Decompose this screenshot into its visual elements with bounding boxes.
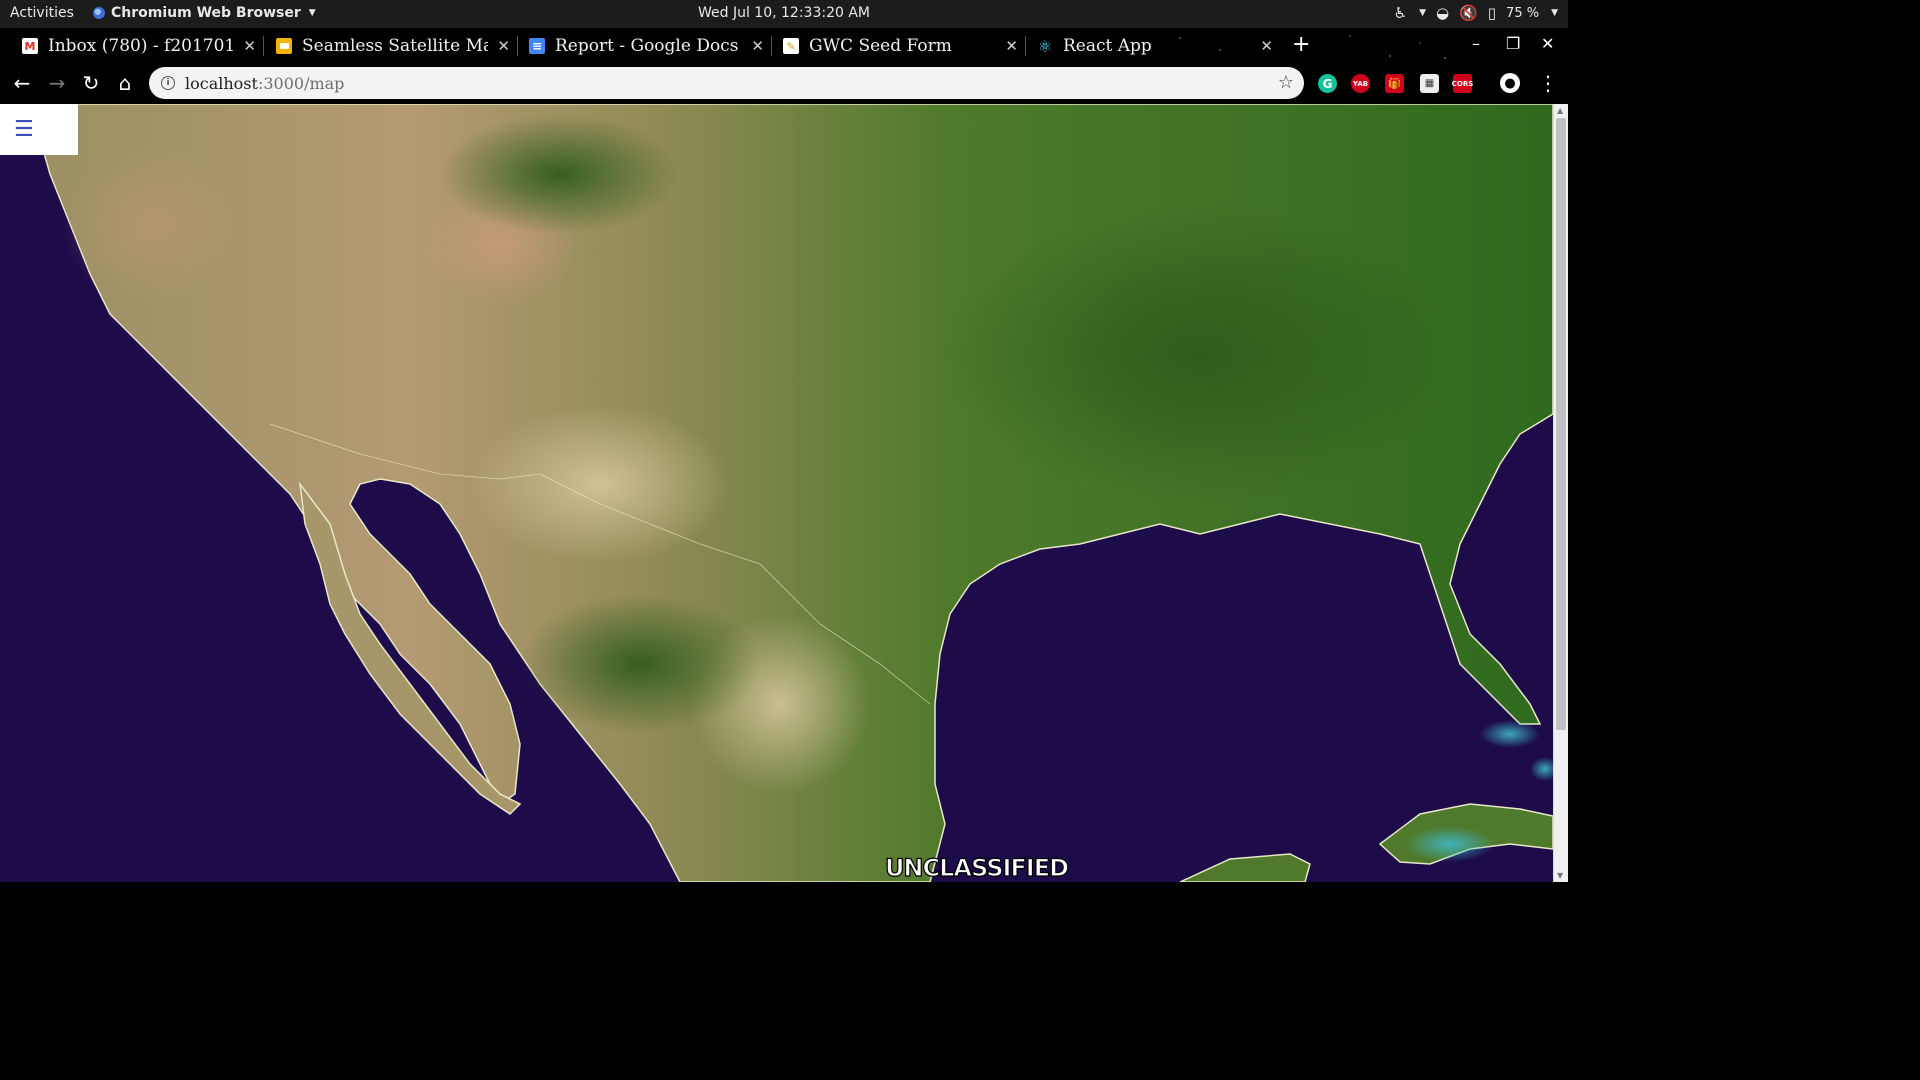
url-path: :3000/map (257, 73, 345, 93)
wifi-icon: ◒ (1436, 4, 1450, 22)
scroll-up-arrow-icon[interactable]: ▲ (1557, 106, 1563, 115)
restore-button[interactable]: ❐ (1506, 34, 1520, 53)
battery-icon: ▯ (1487, 4, 1497, 22)
hamburger-menu-button[interactable]: ☰ (0, 104, 78, 155)
chevron-down-icon: ▼ (1551, 8, 1558, 18)
tab-separator (771, 36, 772, 56)
tab-strip: M Inbox (780) - f2017012 ✕ Seamless Sate… (0, 28, 1568, 64)
cors-extension-icon[interactable]: CORS (1452, 74, 1473, 93)
tab-title: GWC Seed Form (809, 36, 952, 56)
tab-gwc-seed-form[interactable]: ✎ GWC Seed Form ✕ (783, 30, 1018, 62)
forward-button[interactable]: → (45, 72, 69, 94)
florida-keys-shallows (1480, 720, 1540, 748)
browser-toolbar: ← → ↻ ⌂ i localhost:3000/map ☆ G YAB 🎁 ▦… (0, 64, 1568, 104)
gmail-icon: M (22, 38, 38, 54)
volume-muted-icon: 🔇 (1459, 4, 1478, 22)
info-icon[interactable]: i (161, 76, 175, 90)
home-button[interactable]: ⌂ (113, 72, 137, 94)
page-viewport: ☰ UNCLASSIFIED ▲ ▼ (0, 104, 1568, 882)
sierra-madre-forest (520, 594, 760, 734)
scrollbar-thumb[interactable] (1556, 118, 1566, 730)
minimize-button[interactable]: – (1472, 34, 1480, 53)
chromium-icon (93, 7, 105, 19)
tab-title: React App (1063, 36, 1152, 56)
tab-title: Report - Google Docs (555, 36, 739, 56)
system-tray[interactable]: ♿ ▼ ◒ 🔇 ▯ 75 % ▼ (1394, 4, 1558, 22)
close-icon[interactable]: ✕ (497, 37, 510, 55)
calendar-extension-icon[interactable]: ▦ (1420, 74, 1439, 93)
yab-extension-icon[interactable]: YAB (1351, 74, 1370, 93)
close-icon[interactable]: ✕ (1260, 37, 1273, 55)
docs-icon (529, 38, 545, 54)
app-menu[interactable]: Chromium Web Browser ▼ (93, 5, 316, 21)
great-basin (60, 144, 240, 304)
scroll-down-arrow-icon[interactable]: ▼ (1557, 871, 1563, 880)
clock[interactable]: Wed Jul 10, 12:33:20 AM (698, 5, 870, 21)
close-icon[interactable]: ✕ (243, 37, 256, 55)
slides-icon (276, 38, 292, 54)
bookmark-star-icon[interactable]: ☆ (1278, 72, 1294, 93)
chevron-down-icon: ▼ (308, 8, 316, 18)
profile-avatar-icon[interactable]: ● (1500, 73, 1520, 93)
back-button[interactable]: ← (10, 72, 34, 94)
tab-title: Inbox (780) - f2017012 (48, 36, 236, 56)
classification-banner: UNCLASSIFIED (884, 853, 1069, 882)
url-text[interactable]: localhost:3000/map (185, 74, 344, 93)
satellite-map[interactable] (0, 104, 1553, 882)
accessibility-icon[interactable]: ♿ (1394, 4, 1407, 22)
vertical-scrollbar[interactable]: ▲ ▼ (1553, 104, 1568, 882)
tab-separator (263, 36, 264, 56)
grammarly-extension-icon[interactable]: G (1318, 74, 1337, 93)
gwc-icon: ✎ (783, 38, 799, 54)
close-icon[interactable]: ✕ (751, 37, 764, 55)
tab-separator (1025, 36, 1026, 56)
battery-level: 75 % (1506, 5, 1540, 21)
app-menu-label: Chromium Web Browser (111, 5, 301, 21)
gift-extension-icon[interactable]: 🎁 (1385, 74, 1404, 93)
eastern-forest (940, 204, 1460, 504)
menu-icon: ☰ (14, 117, 34, 142)
react-icon: ⚛ (1037, 36, 1053, 56)
url-host: localhost (185, 73, 258, 93)
tab-title: Seamless Satellite Map (302, 36, 488, 56)
tab-react-app[interactable]: ⚛ React App ✕ (1037, 30, 1273, 62)
tab-satellite-map[interactable]: Seamless Satellite Map ✕ (276, 30, 510, 62)
close-icon[interactable]: ✕ (1005, 37, 1018, 55)
tab-separator (517, 36, 518, 56)
new-tab-button[interactable]: + (1292, 32, 1310, 58)
close-window-button[interactable]: ✕ (1541, 34, 1554, 53)
tab-report[interactable]: Report - Google Docs ✕ (529, 30, 764, 62)
activities-button[interactable]: Activities (10, 5, 74, 21)
chevron-down-icon: ▼ (1419, 8, 1426, 18)
tab-inbox[interactable]: M Inbox (780) - f2017012 ✕ (22, 30, 256, 62)
address-bar[interactable]: i localhost:3000/map ☆ (149, 67, 1304, 99)
reload-button[interactable]: ↻ (79, 72, 103, 94)
more-menu-icon[interactable]: ⋮ (1538, 71, 1558, 95)
system-top-bar: Activities Chromium Web Browser ▼ Wed Ju… (0, 0, 1568, 28)
rocky-mountains (440, 114, 680, 234)
